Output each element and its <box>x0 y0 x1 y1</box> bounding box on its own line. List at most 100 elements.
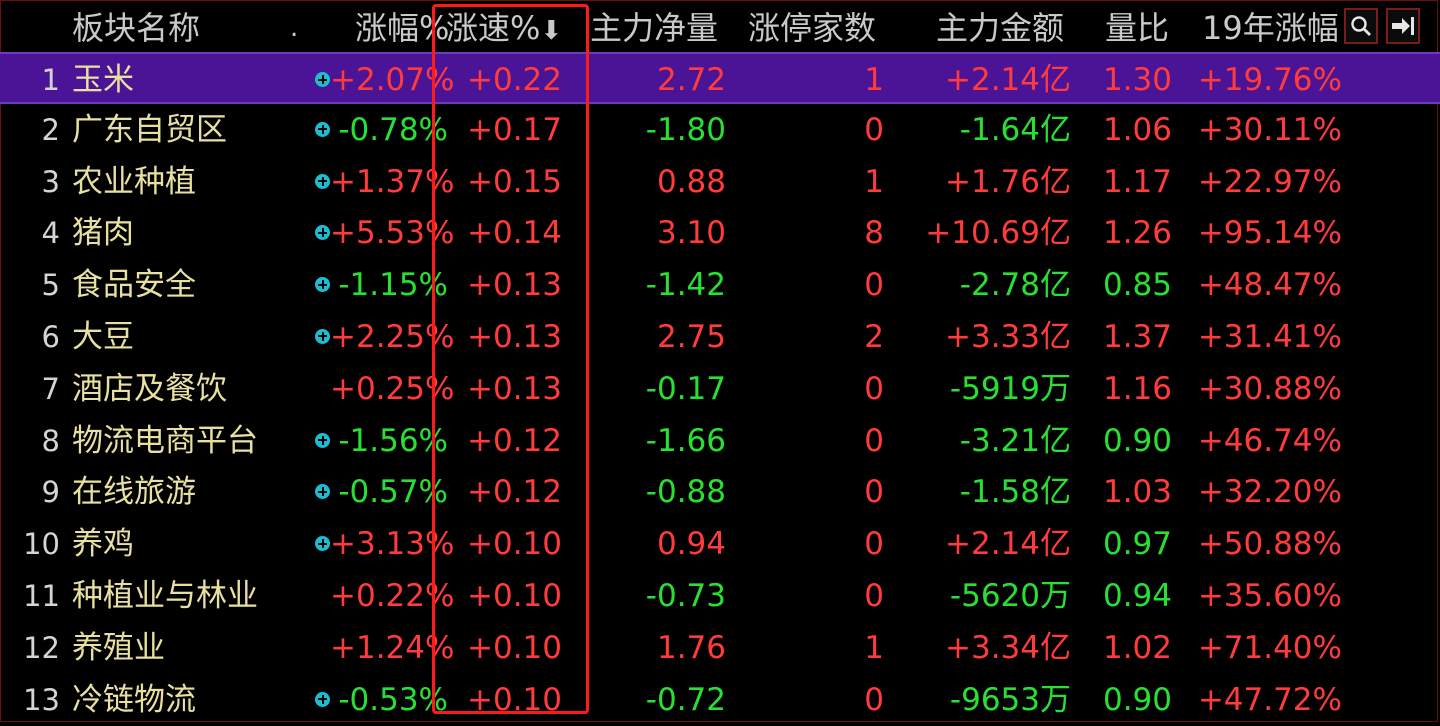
column-header-speed[interactable]: 涨速%⬇ <box>446 6 562 53</box>
table-row[interactable]: 3 农业种植 +1.37% +0.15 0.88 1 +1.76亿 1.17 +22.97% <box>0 156 1440 208</box>
speed-percent: +0.13 <box>467 267 562 304</box>
speed-percent: +0.22 <box>467 62 562 98</box>
speed-percent: +0.17 <box>467 111 562 148</box>
main-amount: -9653万 <box>949 681 1071 718</box>
speed-percent: +0.10 <box>467 577 562 614</box>
ytd-change: +46.74% <box>1197 422 1342 459</box>
limit-up-count: 1 <box>864 629 884 666</box>
main-net-volume: 2.75 <box>656 318 726 355</box>
table-row[interactable]: 6 大豆 +2.25% +0.13 2.75 2 +3.33亿 1.37 +31.41% <box>0 311 1440 363</box>
change-percent: -0.53% <box>338 681 448 718</box>
main-net-volume: 0.88 <box>656 163 726 200</box>
main-amount: -2.78亿 <box>959 267 1071 304</box>
expand-plus-icon[interactable] <box>315 691 330 707</box>
column-header-change[interactable]: 涨幅% <box>355 6 449 50</box>
row-index: 2 <box>41 112 60 147</box>
column-header-volume-ratio[interactable]: 量比 <box>1105 6 1169 50</box>
table-row[interactable]: 10 养鸡 +3.13% +0.10 0.94 0 +2.14亿 0.97 +50.88% <box>0 518 1440 570</box>
expand-plus-icon[interactable] <box>315 225 330 241</box>
speed-percent: +0.10 <box>467 526 562 563</box>
limit-up-count: 1 <box>864 163 884 200</box>
volume-ratio: 0.90 <box>1102 422 1172 459</box>
expand-plus-icon[interactable] <box>315 328 330 344</box>
table-row[interactable]: 5 食品安全 -1.15% +0.13 -1.42 0 -2.78亿 0.85 +48.47% <box>0 259 1440 311</box>
change-percent: +1.37% <box>330 163 455 200</box>
limit-up-count: 0 <box>864 422 884 459</box>
column-header-ytd[interactable]: 19年涨幅 <box>1202 6 1339 50</box>
row-index: 9 <box>41 475 60 510</box>
volume-ratio: 0.97 <box>1102 526 1172 563</box>
sector-name: 酒店及餐饮 <box>72 370 227 407</box>
volume-ratio: 0.85 <box>1102 267 1172 304</box>
main-net-volume: 1.76 <box>656 629 726 666</box>
table-row[interactable]: 12 养殖业 +1.24% +0.10 1.76 1 +3.34亿 1.02 +71.40% <box>0 622 1440 674</box>
sector-name: 广东自贸区 <box>72 111 227 148</box>
volume-ratio: 1.02 <box>1102 629 1172 666</box>
column-header-name[interactable]: 板块名称 <box>72 6 200 50</box>
sort-down-icon: ⬇ <box>540 16 563 46</box>
main-net-volume: -0.88 <box>645 474 726 511</box>
table-row[interactable]: 9 在线旅游 -0.57% +0.12 -0.88 0 -1.58亿 1.03 +32.20% <box>0 466 1440 518</box>
volume-ratio: 1.16 <box>1102 370 1172 407</box>
volume-ratio: 1.37 <box>1102 318 1172 355</box>
change-percent: +2.25% <box>330 318 455 355</box>
expand-plus-icon[interactable] <box>315 536 330 552</box>
arrow-right-bar-icon[interactable] <box>1386 8 1420 44</box>
sector-name: 物流电商平台 <box>72 422 258 459</box>
expand-plus-icon[interactable] <box>315 277 330 293</box>
column-header-amount[interactable]: 主力金额 <box>936 6 1064 50</box>
expand-plus-icon[interactable] <box>315 121 330 137</box>
main-amount: -3.21亿 <box>959 422 1071 459</box>
expand-plus-icon[interactable] <box>315 484 330 500</box>
sector-name: 冷链物流 <box>72 681 196 718</box>
main-amount: -1.58亿 <box>959 474 1071 511</box>
volume-ratio: 1.26 <box>1102 215 1172 252</box>
table-row[interactable]: 1 玉米 +2.07% +0.22 2.72 1 +2.14亿 1.30 +19.76% <box>0 52 1440 104</box>
row-index: 8 <box>41 423 60 458</box>
ytd-change: +71.40% <box>1197 629 1342 666</box>
limit-up-count: 0 <box>864 370 884 407</box>
table-row[interactable]: 4 猪肉 +5.53% +0.14 3.10 8 +10.69亿 1.26 +95.14% <box>0 207 1440 259</box>
expand-plus-icon[interactable] <box>315 173 330 189</box>
table-row[interactable]: 7 酒店及餐饮 +0.25% +0.13 -0.17 0 -5919万 1.16 +30.88% <box>0 363 1440 415</box>
table-row[interactable]: 11 种植业与林业 +0.22% +0.10 -0.73 0 -5620万 0.94 +35.6… <box>0 570 1440 622</box>
ytd-change: +30.88% <box>1197 370 1342 407</box>
sector-name: 大豆 <box>72 318 134 355</box>
change-percent: +5.53% <box>330 215 455 252</box>
sector-name: 食品安全 <box>72 267 196 304</box>
ytd-change: +50.88% <box>1197 526 1342 563</box>
ytd-change: +22.97% <box>1197 163 1342 200</box>
expand-plus-icon[interactable] <box>315 72 330 87</box>
row-index: 11 <box>23 578 60 613</box>
ytd-change: +32.20% <box>1197 474 1342 511</box>
main-amount: +3.34亿 <box>945 629 1071 666</box>
main-net-volume: -0.72 <box>645 681 726 718</box>
column-header-limit-up[interactable]: 涨停家数 <box>748 6 876 50</box>
volume-ratio: 0.94 <box>1102 577 1172 614</box>
volume-ratio: 0.90 <box>1102 681 1172 718</box>
change-percent: -0.78% <box>338 111 448 148</box>
search-icon[interactable] <box>1344 8 1378 44</box>
main-amount: +1.76亿 <box>945 163 1071 200</box>
ytd-change: +48.47% <box>1197 267 1342 304</box>
row-index: 3 <box>41 164 60 199</box>
expand-plus-icon[interactable] <box>315 432 330 448</box>
main-net-volume: -0.17 <box>645 370 726 407</box>
limit-up-count: 2 <box>864 318 884 355</box>
volume-ratio: 1.03 <box>1102 474 1172 511</box>
sector-name: 养殖业 <box>72 629 165 666</box>
change-percent: -1.56% <box>338 422 448 459</box>
table-row[interactable]: 2 广东自贸区 -0.78% +0.17 -1.80 0 -1.64亿 1.06 +30.11% <box>0 104 1440 156</box>
table-row[interactable]: 8 物流电商平台 -1.56% +0.12 -1.66 0 -3.21亿 0.90 +46.74… <box>0 415 1440 467</box>
sector-name: 农业种植 <box>72 163 196 200</box>
sector-table-body: 1 玉米 +2.07% +0.22 2.72 1 +2.14亿 1.30 +19.76% 2 广东自… <box>0 52 1440 725</box>
main-amount: +2.14亿 <box>945 62 1071 98</box>
change-percent: +3.13% <box>330 526 455 563</box>
column-header-net[interactable]: 主力净量 <box>590 6 718 50</box>
speed-percent: +0.12 <box>467 474 562 511</box>
main-net-volume: -1.80 <box>645 111 726 148</box>
change-percent: +0.22% <box>330 577 455 614</box>
table-row[interactable]: 13 冷链物流 -0.53% +0.10 -0.72 0 -9653万 0.90 +47.72% <box>0 674 1440 726</box>
volume-ratio: 1.06 <box>1102 111 1172 148</box>
limit-up-count: 0 <box>864 577 884 614</box>
